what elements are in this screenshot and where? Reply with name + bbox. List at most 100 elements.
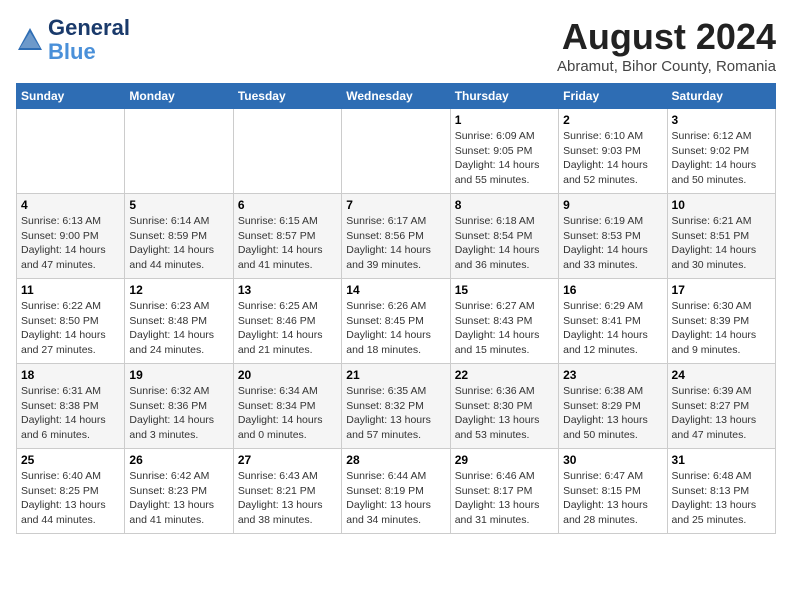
day-number: 23 bbox=[563, 368, 662, 382]
table-row: 1 Sunrise: 6:09 AM Sunset: 9:05 PM Daylig… bbox=[450, 109, 558, 194]
table-row: 16 Sunrise: 6:29 AM Sunset: 8:41 PM Dayli… bbox=[559, 279, 667, 364]
day-info: Sunrise: 6:26 AM Sunset: 8:45 PM Dayligh… bbox=[346, 299, 445, 358]
day-info: Sunrise: 6:14 AM Sunset: 8:59 PM Dayligh… bbox=[129, 214, 228, 273]
day-number: 2 bbox=[563, 113, 662, 127]
main-title: August 2024 bbox=[557, 16, 776, 58]
day-number: 9 bbox=[563, 198, 662, 212]
table-row: 23 Sunrise: 6:38 AM Sunset: 8:29 PM Dayli… bbox=[559, 364, 667, 449]
table-row: 2 Sunrise: 6:10 AM Sunset: 9:03 PM Daylig… bbox=[559, 109, 667, 194]
table-row: 10 Sunrise: 6:21 AM Sunset: 8:51 PM Dayli… bbox=[667, 194, 775, 279]
day-number: 4 bbox=[21, 198, 120, 212]
day-info: Sunrise: 6:19 AM Sunset: 8:53 PM Dayligh… bbox=[563, 214, 662, 273]
day-info: Sunrise: 6:32 AM Sunset: 8:36 PM Dayligh… bbox=[129, 384, 228, 443]
day-number: 19 bbox=[129, 368, 228, 382]
table-row: 11 Sunrise: 6:22 AM Sunset: 8:50 PM Dayli… bbox=[17, 279, 125, 364]
day-number: 6 bbox=[238, 198, 337, 212]
day-info: Sunrise: 6:30 AM Sunset: 8:39 PM Dayligh… bbox=[672, 299, 771, 358]
table-row: 20Sunrise: 6:34 AM Sunset: 8:34 PM Dayli… bbox=[233, 364, 341, 449]
logo-line1: General bbox=[48, 16, 130, 40]
day-number: 29 bbox=[455, 453, 554, 467]
table-row bbox=[342, 109, 450, 194]
day-info: Sunrise: 6:40 AM Sunset: 8:25 PM Dayligh… bbox=[21, 469, 120, 528]
day-info: Sunrise: 6:10 AM Sunset: 9:03 PM Dayligh… bbox=[563, 129, 662, 188]
day-number: 5 bbox=[129, 198, 228, 212]
calendar-table: Sunday Monday Tuesday Wednesday Thursday… bbox=[16, 83, 776, 534]
calendar-header: Sunday Monday Tuesday Wednesday Thursday… bbox=[17, 84, 776, 109]
subtitle: Abramut, Bihor County, Romania bbox=[557, 58, 776, 75]
day-info: Sunrise: 6:43 AM Sunset: 8:21 PM Dayligh… bbox=[238, 469, 337, 528]
day-info: Sunrise: 6:13 AM Sunset: 9:00 PM Dayligh… bbox=[21, 214, 120, 273]
day-number: 14 bbox=[346, 283, 445, 297]
table-row: 5 Sunrise: 6:14 AM Sunset: 8:59 PM Daylig… bbox=[125, 194, 233, 279]
header: General Blue August 2024 Abramut, Bihor … bbox=[16, 16, 776, 75]
day-info: Sunrise: 6:25 AM Sunset: 8:46 PM Dayligh… bbox=[238, 299, 337, 358]
day-info: Sunrise: 6:46 AM Sunset: 8:17 PM Dayligh… bbox=[455, 469, 554, 528]
table-row: 22 Sunrise: 6:36 AM Sunset: 8:30 PM Dayli… bbox=[450, 364, 558, 449]
title-area: August 2024 Abramut, Bihor County, Roman… bbox=[557, 16, 776, 75]
table-row: 9 Sunrise: 6:19 AM Sunset: 8:53 PM Daylig… bbox=[559, 194, 667, 279]
table-row: 30 Sunrise: 6:47 AM Sunset: 8:15 PM Dayli… bbox=[559, 449, 667, 534]
table-row: 21 Sunrise: 6:35 AM Sunset: 8:32 PM Dayli… bbox=[342, 364, 450, 449]
table-row: 27 Sunrise: 6:43 AM Sunset: 8:21 PM Dayli… bbox=[233, 449, 341, 534]
day-info: Sunrise: 6:22 AM Sunset: 8:50 PM Dayligh… bbox=[21, 299, 120, 358]
day-number: 21 bbox=[346, 368, 445, 382]
logo: General Blue bbox=[16, 16, 130, 64]
table-row: 4 Sunrise: 6:13 AM Sunset: 9:00 PM Daylig… bbox=[17, 194, 125, 279]
day-number: 8 bbox=[455, 198, 554, 212]
day-info: Sunrise: 6:12 AM Sunset: 9:02 PM Dayligh… bbox=[672, 129, 771, 188]
table-row: 18 Sunrise: 6:31 AM Sunset: 8:38 PM Dayli… bbox=[17, 364, 125, 449]
day-number: 18 bbox=[21, 368, 120, 382]
day-number: 28 bbox=[346, 453, 445, 467]
day-info: Sunrise: 6:17 AM Sunset: 8:56 PM Dayligh… bbox=[346, 214, 445, 273]
day-number: 7 bbox=[346, 198, 445, 212]
day-number: 22 bbox=[455, 368, 554, 382]
table-row: 8Sunrise: 6:18 AM Sunset: 8:54 PM Daylig… bbox=[450, 194, 558, 279]
table-row: 6Sunrise: 6:15 AM Sunset: 8:57 PM Daylig… bbox=[233, 194, 341, 279]
col-saturday: Saturday bbox=[667, 84, 775, 109]
day-info: Sunrise: 6:09 AM Sunset: 9:05 PM Dayligh… bbox=[455, 129, 554, 188]
table-row: 12 Sunrise: 6:23 AM Sunset: 8:48 PM Dayli… bbox=[125, 279, 233, 364]
table-row bbox=[125, 109, 233, 194]
day-number: 1 bbox=[455, 113, 554, 127]
table-row: 17Sunrise: 6:30 AM Sunset: 8:39 PM Dayli… bbox=[667, 279, 775, 364]
table-row: 13 Sunrise: 6:25 AM Sunset: 8:46 PM Dayli… bbox=[233, 279, 341, 364]
day-info: Sunrise: 6:44 AM Sunset: 8:19 PM Dayligh… bbox=[346, 469, 445, 528]
day-info: Sunrise: 6:23 AM Sunset: 8:48 PM Dayligh… bbox=[129, 299, 228, 358]
day-number: 30 bbox=[563, 453, 662, 467]
logo-icon bbox=[16, 26, 44, 54]
day-info: Sunrise: 6:31 AM Sunset: 8:38 PM Dayligh… bbox=[21, 384, 120, 443]
col-wednesday: Wednesday bbox=[342, 84, 450, 109]
day-number: 10 bbox=[672, 198, 771, 212]
day-info: Sunrise: 6:38 AM Sunset: 8:29 PM Dayligh… bbox=[563, 384, 662, 443]
day-info: Sunrise: 6:21 AM Sunset: 8:51 PM Dayligh… bbox=[672, 214, 771, 273]
logo-line2: Blue bbox=[48, 40, 130, 64]
day-number: 31 bbox=[672, 453, 771, 467]
day-info: Sunrise: 6:27 AM Sunset: 8:43 PM Dayligh… bbox=[455, 299, 554, 358]
table-row bbox=[17, 109, 125, 194]
day-number: 3 bbox=[672, 113, 771, 127]
day-number: 15 bbox=[455, 283, 554, 297]
day-info: Sunrise: 6:42 AM Sunset: 8:23 PM Dayligh… bbox=[129, 469, 228, 528]
day-info: Sunrise: 6:48 AM Sunset: 8:13 PM Dayligh… bbox=[672, 469, 771, 528]
table-row: 26 Sunrise: 6:42 AM Sunset: 8:23 PM Dayli… bbox=[125, 449, 233, 534]
table-row: 29 Sunrise: 6:46 AM Sunset: 8:17 PM Dayli… bbox=[450, 449, 558, 534]
day-info: Sunrise: 6:35 AM Sunset: 8:32 PM Dayligh… bbox=[346, 384, 445, 443]
day-number: 12 bbox=[129, 283, 228, 297]
table-row: 28 Sunrise: 6:44 AM Sunset: 8:19 PM Dayli… bbox=[342, 449, 450, 534]
day-number: 25 bbox=[21, 453, 120, 467]
day-info: Sunrise: 6:29 AM Sunset: 8:41 PM Dayligh… bbox=[563, 299, 662, 358]
day-number: 16 bbox=[563, 283, 662, 297]
table-row: 15 Sunrise: 6:27 AM Sunset: 8:43 PM Dayli… bbox=[450, 279, 558, 364]
col-tuesday: Tuesday bbox=[233, 84, 341, 109]
day-info: Sunrise: 6:36 AM Sunset: 8:30 PM Dayligh… bbox=[455, 384, 554, 443]
table-row: 14 Sunrise: 6:26 AM Sunset: 8:45 PM Dayli… bbox=[342, 279, 450, 364]
day-number: 26 bbox=[129, 453, 228, 467]
table-row: 19 Sunrise: 6:32 AM Sunset: 8:36 PM Dayli… bbox=[125, 364, 233, 449]
table-row: 25 Sunrise: 6:40 AM Sunset: 8:25 PM Dayli… bbox=[17, 449, 125, 534]
table-row bbox=[233, 109, 341, 194]
day-number: 11 bbox=[21, 283, 120, 297]
day-info: Sunrise: 6:47 AM Sunset: 8:15 PM Dayligh… bbox=[563, 469, 662, 528]
calendar-body: 1 Sunrise: 6:09 AM Sunset: 9:05 PM Daylig… bbox=[17, 109, 776, 534]
day-number: 13 bbox=[238, 283, 337, 297]
day-number: 27 bbox=[238, 453, 337, 467]
